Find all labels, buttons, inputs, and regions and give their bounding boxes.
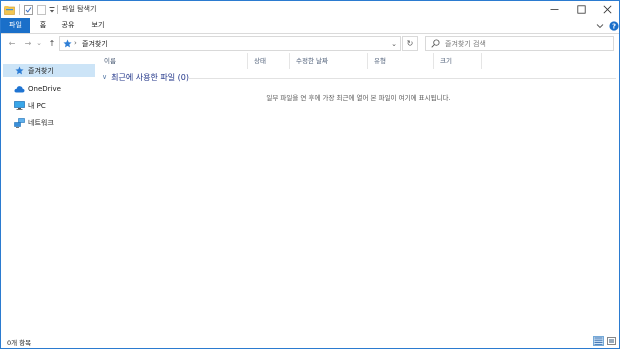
breadcrumb-favorites[interactable]: 즐겨찾기 [82, 40, 108, 48]
star-icon [13, 66, 25, 76]
details-view-button[interactable] [593, 336, 604, 346]
tab-file[interactable]: 파일 [1, 18, 30, 33]
new-folder-icon[interactable] [36, 4, 46, 15]
column-header-type[interactable]: 유형 [368, 53, 434, 69]
search-icon [431, 39, 440, 50]
nav-item-label: 즐겨찾기 [28, 66, 54, 75]
nav-item-label: 내 PC [28, 101, 46, 110]
nav-item-favorites[interactable]: 즐겨찾기 [3, 64, 95, 77]
properties-icon[interactable] [23, 4, 33, 15]
quick-access-star-icon [63, 39, 72, 50]
search-box[interactable] [425, 36, 614, 51]
column-header-date-modified[interactable]: 수정한 날짜 [290, 53, 368, 69]
customize-quick-access-icon[interactable] [48, 4, 55, 15]
title-divider [57, 5, 58, 14]
item-count: 0개 항목 [7, 339, 32, 347]
breadcrumb-separator[interactable]: › [74, 39, 77, 47]
close-icon [603, 5, 611, 14]
window-title: 파일 탐색기 [62, 5, 97, 13]
navigation-pane: 즐겨찾기 OneDrive 내 PC 네트워크 [1, 59, 97, 331]
maximize-button[interactable] [568, 1, 594, 18]
empty-folder-message: 일부 파일을 연 후에 가장 최근에 열어 본 파일이 여기에 표시됩니다. [266, 94, 451, 102]
tab-share[interactable]: 공유 [56, 18, 80, 33]
help-icon: ? [608, 20, 619, 31]
refresh-button[interactable]: ↻ [402, 36, 418, 51]
pc-icon [13, 101, 25, 111]
nav-item-this-pc[interactable]: 내 PC [3, 99, 95, 112]
recent-locations-button[interactable]: ⌄ [35, 37, 43, 49]
maximize-icon [576, 5, 586, 14]
nav-item-network[interactable]: 네트워크 [3, 116, 95, 129]
large-icons-view-button[interactable] [606, 336, 617, 346]
address-history-dropdown[interactable]: ⌄ [391, 40, 397, 48]
status-bar: 0개 항목 [1, 333, 619, 348]
close-button[interactable] [594, 1, 620, 18]
up-button[interactable]: ↑ [46, 37, 58, 49]
details-view-icon [594, 337, 603, 345]
explorer-folder-icon[interactable] [4, 4, 15, 15]
ribbon-tabs: 파일 홈 공유 보기 ? [1, 18, 619, 34]
collapse-chevron-icon: ∨ [102, 73, 108, 81]
content-pane: 이름 상태 수정한 날짜 유형 크기 ∨ 최근에 사용한 파일 (0) 일부 파… [98, 53, 619, 333]
title-bar: 파일 탐색기 [1, 1, 619, 18]
column-header-size[interactable]: 크기 [434, 53, 482, 69]
nav-item-label: OneDrive [28, 84, 61, 93]
minimize-icon [550, 9, 558, 10]
help-button[interactable]: ? [608, 20, 619, 31]
minimize-button[interactable] [541, 1, 567, 18]
cloud-icon [13, 84, 25, 94]
tab-view[interactable]: 보기 [86, 18, 110, 33]
address-row: ← → ⌄ ↑ › 즐겨찾기 ⌄ ↻ [1, 34, 619, 52]
file-explorer-window: 파일 탐색기 파일 홈 공유 보기 ? ← → ⌄ ↑ › 즐겨찾기 ⌄ ↻ 즐… [0, 0, 620, 349]
nav-item-onedrive[interactable]: OneDrive [3, 82, 95, 95]
group-header-recent-files[interactable]: ∨ 최근에 사용한 파일 (0) [102, 71, 189, 83]
tab-home[interactable]: 홈 [34, 18, 52, 33]
network-icon [13, 117, 25, 128]
forward-button[interactable]: → [22, 37, 34, 49]
column-header-name[interactable]: 이름 [98, 53, 248, 69]
search-input[interactable] [445, 38, 610, 49]
nav-item-label: 네트워크 [28, 118, 54, 127]
address-bar[interactable]: › 즐겨찾기 ⌄ [59, 36, 401, 51]
back-button[interactable]: ← [6, 37, 18, 49]
column-header-status[interactable]: 상태 [248, 53, 290, 69]
chevron-down-icon [596, 23, 604, 28]
quick-access-divider [19, 4, 20, 15]
group-title: 최근에 사용한 파일 (0) [111, 72, 189, 82]
expand-ribbon-button[interactable] [595, 20, 605, 31]
group-divider [188, 78, 616, 79]
large-icons-view-icon [607, 337, 616, 345]
svg-text:?: ? [611, 22, 615, 30]
